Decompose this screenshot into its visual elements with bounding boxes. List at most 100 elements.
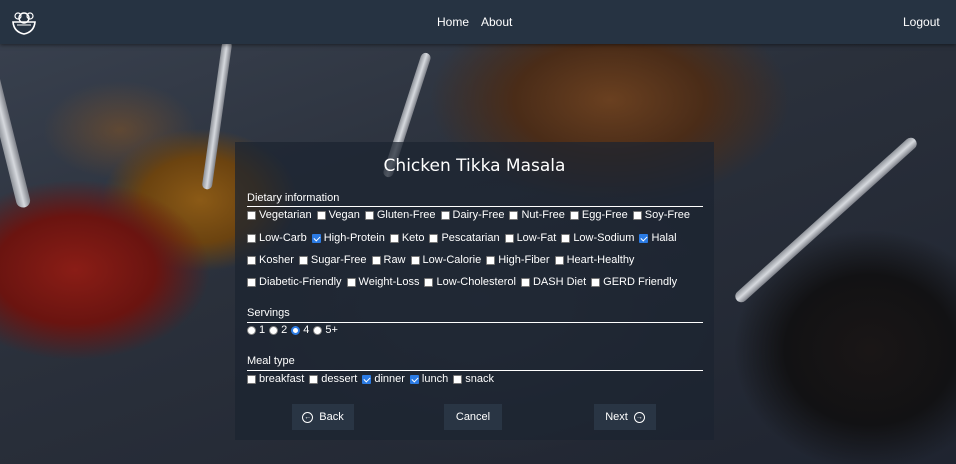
checkbox[interactable] [346, 277, 356, 287]
dietary-option-high-fiber[interactable]: High-Fiber [486, 254, 550, 266]
meal-type-option-dinner[interactable]: dinner [362, 373, 405, 385]
servings-option-2[interactable]: 2 [269, 324, 287, 336]
nav-about-link[interactable]: About [481, 15, 512, 29]
logout-link[interactable]: Logout [903, 15, 940, 29]
checkbox[interactable] [298, 255, 308, 265]
checkbox[interactable] [371, 255, 381, 265]
checkbox-label: Low-Calorie [422, 254, 482, 266]
checkbox[interactable] [453, 374, 463, 384]
radio-button[interactable] [269, 325, 279, 335]
checkbox[interactable] [520, 277, 530, 287]
radio-button[interactable] [313, 325, 323, 335]
dietary-divider [247, 206, 703, 207]
checkbox-label: snack [465, 373, 494, 385]
dietary-option-low-carb[interactable]: Low-Carb [247, 232, 307, 244]
checkbox[interactable] [247, 374, 256, 384]
checkbox-label: dessert [321, 373, 358, 385]
salad-bowl-logo-icon[interactable] [11, 8, 37, 36]
checkbox[interactable] [509, 210, 519, 220]
spoon-handle [0, 30, 32, 210]
checkbox[interactable] [247, 233, 256, 243]
checkbox[interactable] [561, 233, 571, 243]
checkbox[interactable] [247, 210, 256, 220]
checkbox-label: Vegan [328, 209, 360, 221]
dietary-option-gluten-free[interactable]: Gluten-Free [364, 209, 436, 221]
servings-option-5[interactable]: 5+ [313, 324, 338, 336]
next-button[interactable]: Next → [594, 404, 656, 430]
meal-type-option-dessert[interactable]: dessert [309, 373, 357, 385]
dietary-option-raw[interactable]: Raw [371, 254, 406, 266]
radio-button[interactable] [291, 325, 301, 335]
checkbox[interactable] [362, 374, 372, 384]
checkbox[interactable] [316, 210, 326, 220]
dietary-option-halal[interactable]: Halal [639, 232, 677, 244]
servings-option-4[interactable]: 4 [291, 324, 309, 336]
dietary-option-low-cholesterol[interactable]: Low-Cholesterol [424, 276, 516, 288]
meal-type-option-breakfast[interactable]: breakfast [247, 373, 304, 385]
radio-label: 4 [303, 324, 310, 336]
dietary-option-vegetarian[interactable]: Vegetarian [247, 209, 312, 221]
meal-type-option-snack[interactable]: snack [453, 373, 494, 385]
checkbox[interactable] [569, 210, 579, 220]
dietary-option-sugar-free[interactable]: Sugar-Free [298, 254, 367, 266]
dietary-option-heart-healthy[interactable]: Heart-Healthy [554, 254, 634, 266]
checkbox[interactable] [554, 255, 564, 265]
checkbox[interactable] [364, 210, 374, 220]
back-button[interactable]: ← Back [292, 404, 354, 430]
checkbox[interactable] [639, 233, 649, 243]
checkbox[interactable] [247, 255, 256, 265]
meal-type-divider [247, 370, 703, 371]
dietary-option-weight-loss[interactable]: Weight-Loss [346, 276, 419, 288]
cancel-button-label: Cancel [455, 411, 491, 423]
dietary-option-soy-free[interactable]: Soy-Free [632, 209, 690, 221]
radio-button[interactable] [247, 325, 256, 335]
dietary-option-dash-diet[interactable]: DASH Diet [520, 276, 586, 288]
checkbox-label: breakfast [259, 373, 305, 385]
checkbox-label: Soy-Free [644, 209, 690, 221]
dietary-option-high-protein[interactable]: High-Protein [311, 232, 385, 244]
checkbox-label: Low-Sodium [573, 232, 635, 244]
checkbox[interactable] [309, 374, 319, 384]
dietary-option-low-sodium[interactable]: Low-Sodium [561, 232, 634, 244]
checkbox-label: Halal [651, 232, 677, 244]
dietary-option-vegan[interactable]: Vegan [316, 209, 360, 221]
recipe-title: Chicken Tikka Masala [383, 156, 566, 176]
dietary-option-low-fat[interactable]: Low-Fat [504, 232, 556, 244]
dietary-option-keto[interactable]: Keto [389, 232, 424, 244]
checkbox[interactable] [389, 233, 399, 243]
dietary-section-label: Dietary information [247, 192, 340, 204]
dietary-option-low-calorie[interactable]: Low-Calorie [410, 254, 482, 266]
checkbox[interactable] [504, 233, 514, 243]
checkbox-label: lunch [421, 373, 449, 385]
checkbox[interactable] [486, 255, 496, 265]
dietary-option-diabetic-friendly[interactable]: Diabetic-Friendly [247, 276, 342, 288]
dietary-option-egg-free[interactable]: Egg-Free [569, 209, 628, 221]
checkbox[interactable] [440, 210, 450, 220]
next-button-label: Next [605, 411, 628, 423]
checkbox[interactable] [632, 210, 642, 220]
dietary-option-kosher[interactable]: Kosher [247, 254, 294, 266]
checkbox-label: High-Fiber [498, 254, 550, 266]
arrow-left-circle-icon: ← [302, 411, 314, 423]
meal-type-checkbox-group: breakfast dessert dinner lunch snack [247, 373, 499, 385]
dietary-row-2: Low-Carb High-Protein Keto Pescatarian Low-F… [247, 232, 682, 244]
dietary-option-gerd-friendly[interactable]: GERD Friendly [591, 276, 677, 288]
meal-type-section-label: Meal type [247, 355, 295, 367]
checkbox-label: Vegetarian [259, 209, 312, 221]
checkbox[interactable] [247, 277, 256, 287]
dietary-option-dairy-free[interactable]: Dairy-Free [440, 209, 504, 221]
nav-home-link[interactable]: Home [437, 15, 469, 29]
checkbox[interactable] [311, 233, 321, 243]
checkbox[interactable] [424, 277, 434, 287]
meal-type-option-lunch[interactable]: lunch [409, 373, 449, 385]
servings-option-1[interactable]: 1 [247, 324, 265, 336]
dietary-option-pescatarian[interactable]: Pescatarian [429, 232, 500, 244]
checkbox[interactable] [591, 277, 601, 287]
top-navbar: Home About Logout [0, 0, 956, 44]
dietary-option-nut-free[interactable]: Nut-Free [509, 209, 565, 221]
checkbox[interactable] [409, 374, 419, 384]
cancel-button[interactable]: Cancel [444, 404, 502, 430]
checkbox[interactable] [429, 233, 439, 243]
servings-divider [247, 322, 703, 323]
checkbox[interactable] [410, 255, 420, 265]
